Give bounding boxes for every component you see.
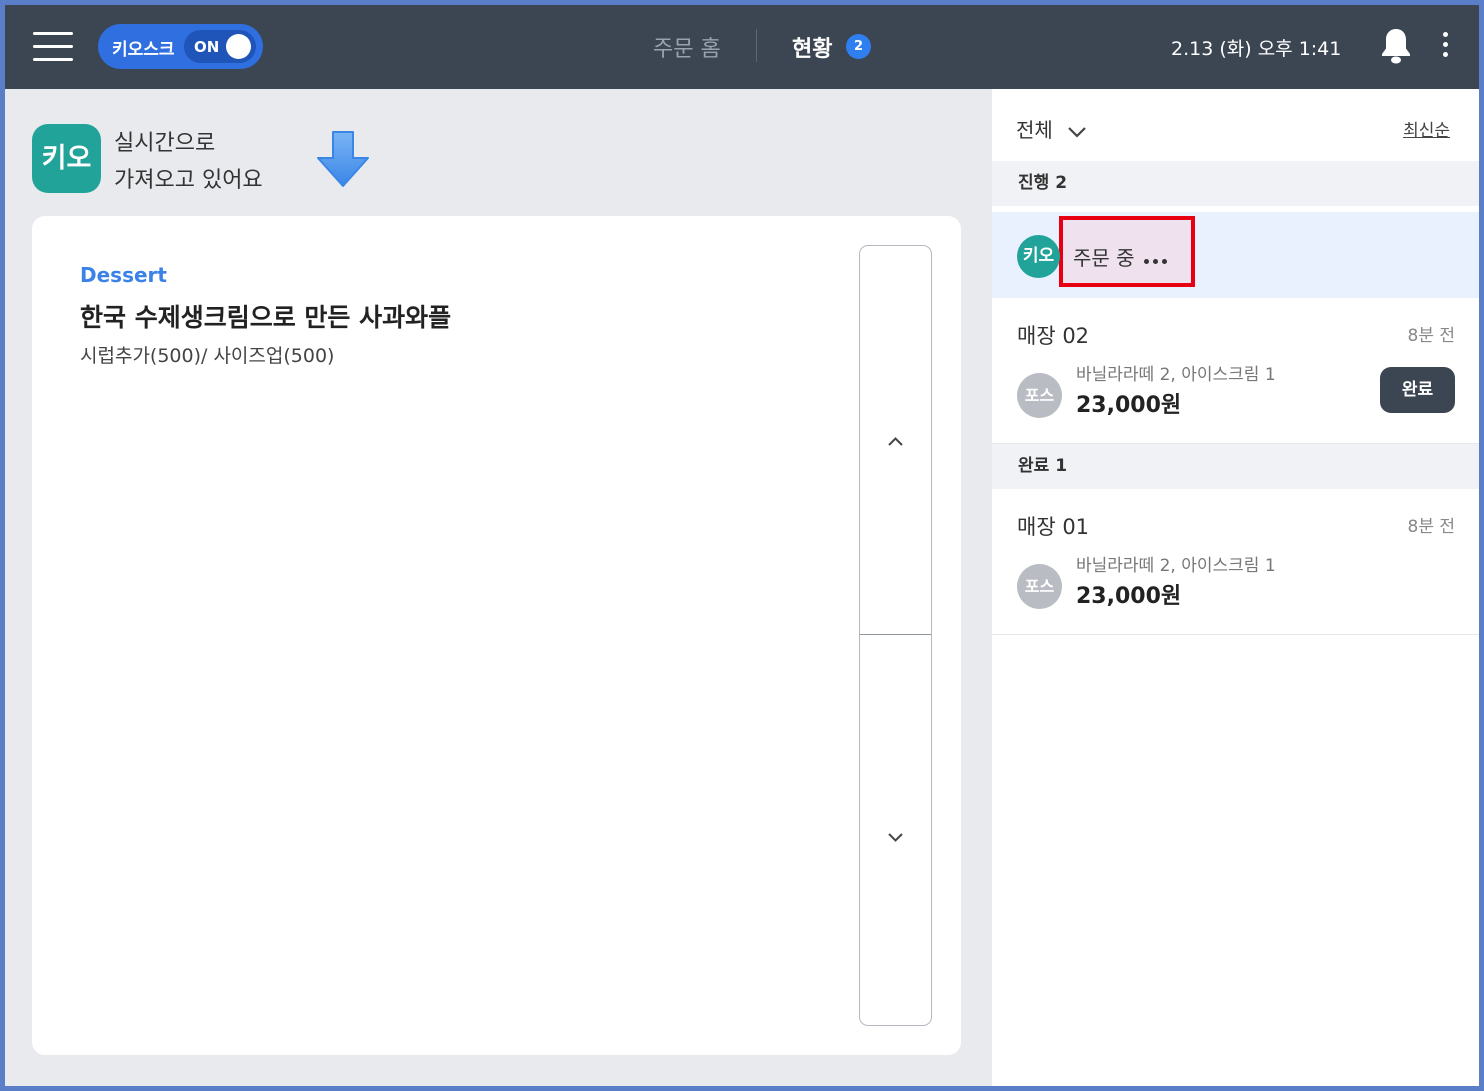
scroll-down-button[interactable] [860, 636, 931, 1025]
complete-button[interactable]: 완료 [1380, 367, 1455, 413]
nav-divider [756, 29, 757, 62]
order-price: 23,000원 [1076, 393, 1182, 418]
section-done: 완료 1 [992, 444, 1479, 489]
chevron-up-icon [888, 437, 903, 446]
pos-avatar: 포스 [1017, 564, 1062, 609]
section-in-progress: 진행 2 [992, 161, 1479, 206]
product-name: 한국 수제생크림으로 만든 사과와플 [80, 303, 452, 332]
bell-icon[interactable] [1380, 27, 1412, 65]
product-options: 시럽추가(500)/ 사이즈업(500) [80, 345, 335, 367]
sort-latest[interactable]: 최신순 [1403, 116, 1450, 141]
filter-dropdown[interactable]: 전체 [1016, 114, 1087, 143]
order-title: 매장 01 [1017, 515, 1090, 539]
kio-logo: 키오 [32, 124, 101, 193]
filter-bar: 전체 최신순 [992, 89, 1479, 161]
kiosk-label: 키오스크 [112, 40, 175, 60]
active-kiosk-order[interactable]: 키오 주문 중 [992, 212, 1479, 298]
kiosk-toggle[interactable]: 키오스크 ON [98, 24, 263, 69]
order-time: 8분 전 [1407, 326, 1456, 346]
kio-avatar: 키오 [1017, 235, 1060, 278]
toggle-state-label: ON [194, 38, 220, 56]
fetch-banner: 키오 실시간으로 가져오고 있어요 [32, 123, 432, 203]
order-title: 매장 02 [1017, 324, 1090, 348]
order-list-panel: 전체 최신순 진행 2 키오 주문 중 매장 02 8분 전 포스 바닐라라떼 … [992, 89, 1479, 1086]
header-datetime: 2.13 (화) 오후 1:41 [1171, 38, 1342, 60]
app-window: 키오스크 ON 주문 홈 현황 2 2.13 (화) 오후 1:41 키오 실시… [5, 5, 1479, 1086]
order-menu-summary: 바닐라라떼 2, 아이스크림 1 [1076, 556, 1276, 576]
arrow-down-icon [317, 131, 369, 187]
more-vertical-icon[interactable] [1440, 32, 1450, 64]
product-category: Dessert [80, 263, 167, 287]
hamburger-menu-icon[interactable] [33, 32, 73, 62]
kiosk-on-switch[interactable]: ON [184, 30, 256, 63]
fetch-message: 실시간으로 가져오고 있어요 [114, 125, 263, 199]
pos-avatar: 포스 [1017, 373, 1062, 418]
ellipsis-icon [1144, 249, 1171, 268]
scroll-up-button[interactable] [860, 246, 931, 635]
order-menu-summary: 바닐라라떼 2, 아이스크림 1 [1076, 365, 1276, 385]
chevron-down-icon [1068, 126, 1086, 138]
scroll-control [859, 245, 932, 1026]
fetch-message-line1: 실시간으로 [114, 131, 216, 156]
status-count-badge: 2 [846, 34, 871, 59]
order-time: 8분 전 [1407, 517, 1456, 537]
nav-order-home[interactable]: 주문 홈 [653, 31, 721, 63]
top-header: 키오스크 ON 주문 홈 현황 2 2.13 (화) 오후 1:41 [5, 5, 1479, 89]
fetch-message-line2: 가져오고 있어요 [114, 168, 263, 193]
order-list-item[interactable]: 매장 01 8분 전 포스 바닐라라떼 2, 아이스크림 1 23,000원 [992, 489, 1479, 635]
ordering-status: 주문 중 [1073, 246, 1135, 270]
order-list-item[interactable]: 매장 02 8분 전 포스 바닐라라떼 2, 아이스크림 1 23,000원 완… [992, 298, 1479, 444]
nav-status[interactable]: 현황 [792, 31, 832, 63]
order-price: 23,000원 [1076, 584, 1182, 609]
toggle-knob [226, 34, 251, 59]
filter-label: 전체 [1016, 118, 1053, 142]
chevron-down-icon [888, 833, 903, 842]
order-detail-card: Dessert 한국 수제생크림으로 만든 사과와플 시럽추가(500)/ 사이… [32, 216, 961, 1055]
